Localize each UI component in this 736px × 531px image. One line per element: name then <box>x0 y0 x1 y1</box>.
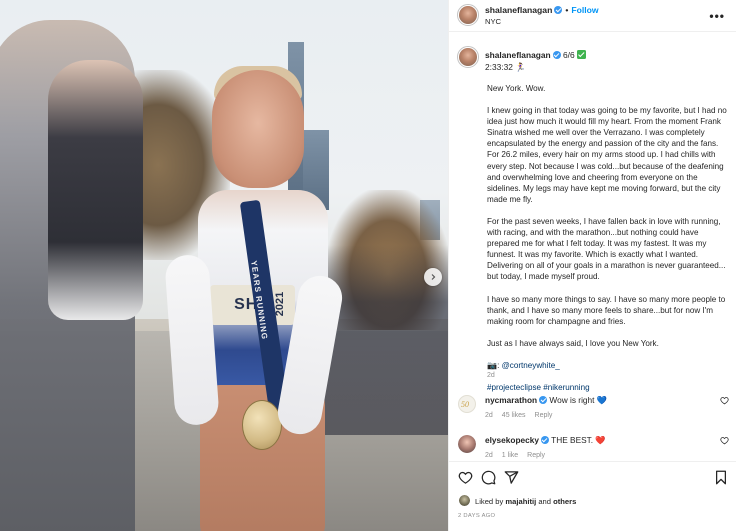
comment-meta: 2d 1 like Reply <box>485 452 554 459</box>
caption-counter: 6/6 <box>562 50 575 60</box>
comment-item: 50 nycmarathon Wow is right 💙 2d 45 likes… <box>449 392 736 422</box>
post-header: shalaneflanagan • Follow NYC ••• <box>449 0 736 32</box>
reply-button[interactable]: Reply <box>535 412 553 419</box>
post-side-panel: shalaneflanagan • Follow NYC ••• shalanefl… <box>448 0 736 531</box>
camera-icon: 📷: <box>487 360 502 370</box>
nyc-marathon-logo-icon: 50 <box>461 400 469 409</box>
comment-likes[interactable]: 45 likes <box>502 412 526 419</box>
liked-user[interactable]: majahitij <box>505 497 536 506</box>
verified-badge-icon <box>552 51 561 59</box>
check-mark-icon <box>576 50 586 59</box>
caption-paragraph: For the past seven weeks, I have fallen … <box>487 216 726 282</box>
next-photo-button[interactable] <box>424 268 442 286</box>
comment-age[interactable]: 2d <box>485 452 493 459</box>
comment-username[interactable]: elysekopecky <box>485 435 539 445</box>
photo-credit-handle[interactable]: @cortneywhite_ <box>502 361 560 370</box>
save-bookmark-icon[interactable] <box>714 470 728 485</box>
photo-child <box>48 60 143 320</box>
finisher-medal <box>242 400 282 450</box>
svg-text:50: 50 <box>461 400 469 409</box>
liked-others[interactable]: others <box>553 497 576 506</box>
runner-head <box>212 70 304 188</box>
comment-text-line: elysekopecky THE BEST. ❤️ <box>485 435 606 446</box>
caption-body: New York. Wow. I knew going in that toda… <box>487 83 731 404</box>
comment-text: Wow is right 💙 <box>547 395 608 405</box>
comment-age[interactable]: 2d <box>485 412 493 419</box>
share-paper-plane-icon[interactable] <box>504 470 519 485</box>
reply-button[interactable]: Reply <box>527 452 545 459</box>
comment-username[interactable]: nycmarathon <box>485 395 537 405</box>
avatar-image <box>459 6 477 24</box>
liked-by-avatar[interactable] <box>459 495 470 506</box>
comment-likes[interactable]: 1 like <box>502 452 518 459</box>
header-user-line: shalaneflanagan • Follow <box>485 5 599 15</box>
comment-avatar[interactable] <box>458 435 476 453</box>
avatar-image <box>459 495 470 506</box>
like-comment-heart-icon[interactable] <box>720 436 729 445</box>
like-heart-icon[interactable] <box>458 470 473 485</box>
author-avatar[interactable] <box>457 4 479 26</box>
liked-and: and <box>536 497 554 506</box>
caption-age[interactable]: 2d <box>487 372 495 379</box>
comment-item: elysekopecky THE BEST. ❤️ 2d 1 like Reply <box>449 432 736 461</box>
verified-badge-icon <box>539 396 548 404</box>
caption-username[interactable]: shalaneflanagan <box>485 50 551 60</box>
post-date[interactable]: 2 DAYS AGO <box>458 513 495 519</box>
like-comment-heart-icon[interactable] <box>720 396 729 405</box>
comment-bubble-icon[interactable] <box>481 470 496 485</box>
caption-user-line: shalaneflanagan 6/6 <box>485 50 586 60</box>
comment-avatar[interactable]: 50 <box>458 395 476 413</box>
header-username[interactable]: shalaneflanagan <box>485 5 552 15</box>
comment-text: THE BEST. ❤️ <box>548 435 606 445</box>
follow-button[interactable]: Follow <box>571 5 598 15</box>
comment-meta: 2d 45 likes Reply <box>485 412 561 419</box>
post-actions: Liked by majahitij and others 2 DAYS AGO <box>449 461 736 531</box>
runner-bib-year: 2021 <box>274 291 287 317</box>
photo-runner: SHA 2021 YEARS RUNNING <box>164 66 346 531</box>
liked-by-text: Liked by majahitij and others <box>475 497 576 506</box>
header-separator: • <box>565 5 569 15</box>
header-location[interactable]: NYC <box>485 17 501 26</box>
photo-credit: 📷: @cortneywhite_ <box>487 360 731 371</box>
liked-prefix: Liked by <box>475 497 506 506</box>
chevron-right-icon <box>431 274 436 280</box>
verified-badge-icon <box>540 436 549 444</box>
verified-badge-icon <box>554 6 563 14</box>
caption-paragraph: I knew going in that today was going to … <box>487 106 727 204</box>
comments-area[interactable]: shalaneflanagan 6/6 2:33:32 🏃‍♀️ New Yor… <box>449 33 736 461</box>
caption-paragraph: Just as I have always said, I love you N… <box>487 338 659 348</box>
avatar-image <box>459 48 477 66</box>
comment-text-line: nycmarathon Wow is right 💙 <box>485 395 607 406</box>
avatar-image <box>458 435 476 453</box>
caption-paragraph: New York. Wow. <box>487 84 546 93</box>
post-photo[interactable]: SHA 2021 YEARS RUNNING <box>0 0 448 531</box>
caption-avatar[interactable] <box>457 46 479 68</box>
caption-time: 2:33:32 🏃‍♀️ <box>485 62 526 72</box>
caption-paragraph: I have so many more things to say. I hav… <box>487 294 726 326</box>
more-options-icon[interactable]: ••• <box>709 9 725 23</box>
